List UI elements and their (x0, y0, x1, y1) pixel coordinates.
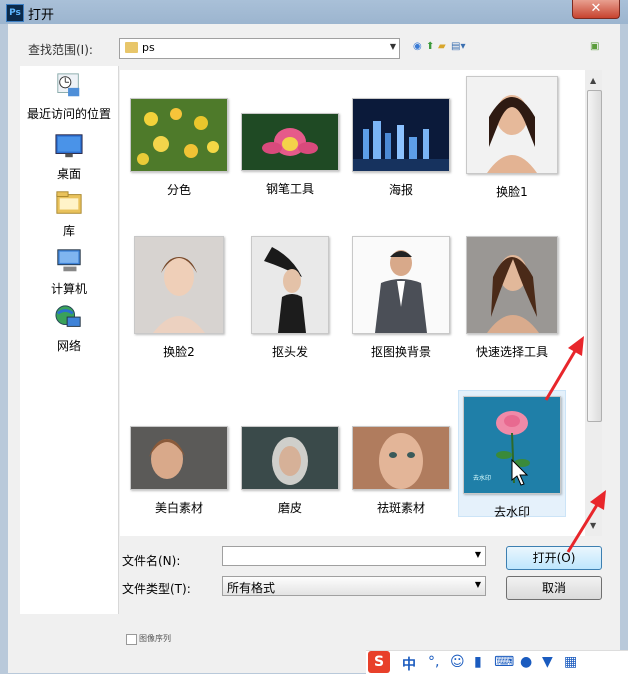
file-name: 去水印 (493, 505, 530, 519)
file-item[interactable]: 抠图换背景 (348, 236, 454, 360)
scroll-down-icon[interactable]: ▼ (590, 521, 596, 530)
ime-skin-icon[interactable]: ▼ (542, 654, 553, 670)
file-thumbnail (251, 236, 329, 334)
file-item[interactable]: 钢笔工具 (237, 98, 343, 197)
ime-toolbar: S 中 °, ☺ ▮ ⌨ ● ▼ ▦ (366, 650, 628, 674)
file-name: 磨皮 (277, 501, 302, 515)
ime-punctuation[interactable]: °, (428, 654, 439, 670)
place-network[interactable]: 网络 (20, 304, 118, 354)
file-name: 分色 (166, 183, 191, 197)
file-name: 抠头发 (271, 345, 308, 359)
network-icon (55, 305, 81, 327)
image-sequence-checkbox[interactable] (126, 634, 137, 645)
place-desktop[interactable]: 桌面 (20, 132, 118, 182)
vertical-scrollbar[interactable]: ▲ ▼ (585, 70, 602, 536)
sogou-logo-icon[interactable]: S (368, 651, 390, 673)
place-label: 桌面 (56, 167, 81, 181)
photoshop-app-icon: Ps (6, 4, 24, 22)
filename-input[interactable]: ▼ (222, 546, 486, 566)
scroll-thumb[interactable] (587, 90, 602, 422)
file-thumbnail (130, 426, 228, 490)
places-bar: 最近访问的位置 桌面 库 计算机 网络 (20, 66, 119, 614)
ime-toolbox-icon[interactable]: ▦ (564, 654, 577, 670)
desktop-icon (55, 134, 83, 158)
place-label: 计算机 (50, 282, 87, 296)
file-thumbnail (130, 98, 228, 172)
file-item[interactable]: 分色 (126, 98, 232, 198)
ime-user-icon[interactable]: ● (520, 654, 532, 670)
filetype-select[interactable]: 所有格式 ▼ (222, 576, 486, 596)
place-recent[interactable]: 最近访问的位置 (20, 72, 118, 122)
file-item[interactable]: 美白素材 (126, 426, 232, 516)
recent-places-icon (57, 73, 80, 97)
file-name: 快速选择工具 (475, 345, 548, 359)
back-icon[interactable]: ◉ (413, 41, 422, 52)
file-thumbnail (466, 236, 558, 334)
filename-label: 文件名(N): (122, 554, 181, 568)
look-in-value: ps (142, 41, 155, 54)
cancel-button[interactable]: 取消 (506, 576, 602, 600)
file-item[interactable]: 抠头发 (237, 236, 343, 360)
window-title: 打开 (28, 8, 55, 23)
computer-icon (57, 249, 81, 272)
look-in-label: 查找范围(I): (28, 43, 93, 57)
file-name: 换脸1 (496, 185, 528, 199)
file-item[interactable]: 快速选择工具 (459, 236, 565, 360)
view-menu-icon[interactable]: ▤▾ (451, 41, 465, 52)
file-item-selected[interactable]: 去水印 去水印 (458, 390, 566, 519)
ime-emoji-icon[interactable]: ☺ (450, 654, 465, 670)
chevron-down-icon[interactable]: ▼ (390, 42, 396, 51)
filetype-value: 所有格式 (227, 581, 276, 595)
file-thumbnail (352, 236, 450, 334)
file-thumbnail (241, 113, 339, 171)
file-item[interactable]: 祛斑素材 (348, 426, 454, 516)
file-name: 美白素材 (154, 501, 203, 515)
new-folder-icon[interactable]: ▰ (438, 41, 446, 52)
file-name: 钢笔工具 (265, 182, 314, 196)
file-thumbnail (352, 426, 450, 490)
file-item[interactable]: 换脸1 (459, 76, 565, 200)
file-item[interactable]: 海报 (348, 98, 454, 198)
file-list-view[interactable]: 分色 钢笔工具 海报 换脸1 换脸2 抠头发 抠图换背景 快速选择工具 美白素材… (120, 70, 585, 536)
file-name: 换脸2 (163, 345, 195, 359)
file-name: 祛斑素材 (376, 501, 425, 515)
image-sequence-label: 图像序列 (139, 634, 171, 643)
place-label: 最近访问的位置 (26, 107, 111, 121)
filetype-label: 文件类型(T): (122, 582, 191, 596)
open-button[interactable]: 打开(O) (506, 546, 602, 570)
file-thumbnail (134, 236, 224, 334)
file-name: 抠图换背景 (370, 345, 431, 359)
place-libraries[interactable]: 库 (20, 189, 118, 239)
file-item[interactable]: 磨皮 (237, 426, 343, 516)
folder-icon (125, 42, 138, 53)
up-folder-icon[interactable]: ⬆ (426, 41, 434, 52)
ime-mode[interactable]: 中 (402, 654, 416, 674)
file-thumbnail (352, 98, 450, 172)
chevron-down-icon[interactable]: ▼ (475, 550, 481, 559)
scroll-up-icon[interactable]: ▲ (590, 76, 596, 85)
file-item[interactable]: 换脸2 (126, 236, 232, 360)
libraries-icon (56, 191, 82, 214)
file-thumbnail (241, 426, 339, 490)
ime-keyboard-icon[interactable]: ⌨ (494, 654, 514, 670)
file-thumbnail (466, 76, 558, 174)
file-name: 海报 (388, 183, 413, 197)
place-label: 网络 (56, 339, 81, 353)
title-bar: Ps 打开 ✕ (0, 0, 628, 24)
watermark-text: 去水印 (473, 475, 492, 482)
chevron-down-icon[interactable]: ▼ (475, 580, 481, 589)
place-computer[interactable]: 计算机 (20, 247, 118, 297)
look-in-combo[interactable]: ps ▼ (119, 38, 400, 59)
microphone-icon[interactable]: ▮ (474, 654, 482, 670)
close-button[interactable]: ✕ (572, 0, 620, 19)
place-label: 库 (62, 224, 75, 238)
create-folder-icon[interactable]: ▣ (590, 41, 599, 52)
